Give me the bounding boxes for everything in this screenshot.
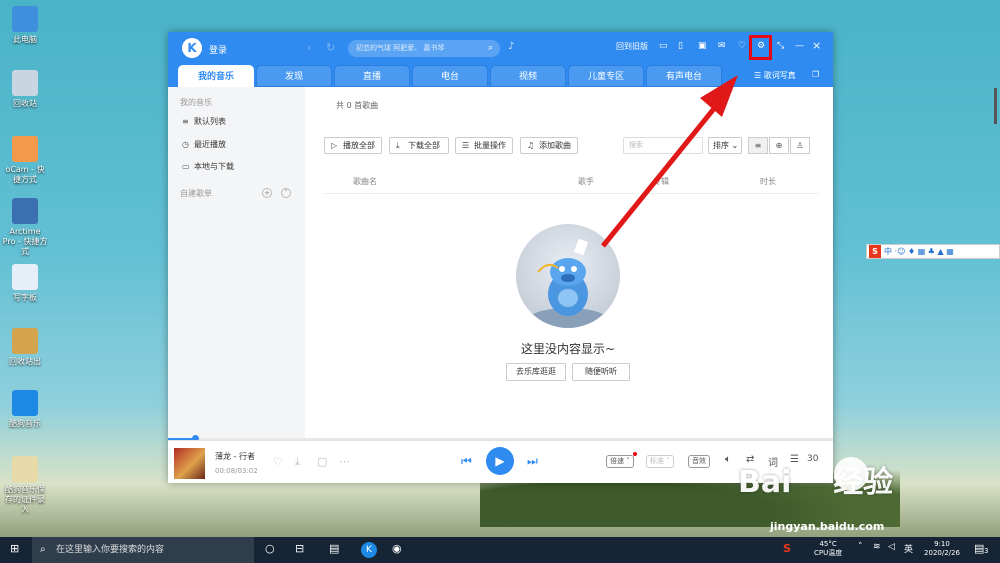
sogou-tray-icon[interactable]: S	[783, 542, 791, 555]
file-explorer-icon[interactable]: ▤	[329, 542, 339, 555]
taskbar: ⊞ ⌕ 在这里输入你要搜索的内容 ○ ⊟ ▤ K ◉ S 45°C CPU温度 ˄ …	[0, 537, 1000, 563]
search-icon: ⌕	[40, 544, 46, 555]
clock[interactable]: 9:10 2020/2/26	[920, 540, 964, 558]
notification-icon[interactable]: ▤	[974, 542, 984, 555]
kugou-taskbar-icon[interactable]: K	[361, 542, 377, 558]
cpu-temp[interactable]: 45°C CPU温度	[814, 540, 842, 558]
windows-start-icon[interactable]: ⊞	[10, 542, 19, 555]
ime-tray-icon[interactable]: 英	[904, 542, 913, 555]
notification-count: 3	[984, 547, 989, 555]
app-taskbar-icon[interactable]: ◉	[392, 542, 402, 555]
tray-chevron-icon[interactable]: ˄	[858, 542, 863, 552]
cortana-icon[interactable]: ○	[265, 542, 275, 555]
baidu-paw-icon	[834, 457, 868, 491]
volume-tray-icon[interactable]: ◁	[888, 542, 895, 552]
baidu-watermark: Bai 经验	[738, 465, 893, 500]
task-view-icon[interactable]: ⊟	[295, 542, 304, 555]
wifi-icon[interactable]: ≋	[873, 542, 881, 552]
taskbar-search[interactable]: ⌕ 在这里输入你要搜索的内容	[32, 537, 254, 563]
watermark-url: jingyan.baidu.com	[770, 520, 885, 533]
